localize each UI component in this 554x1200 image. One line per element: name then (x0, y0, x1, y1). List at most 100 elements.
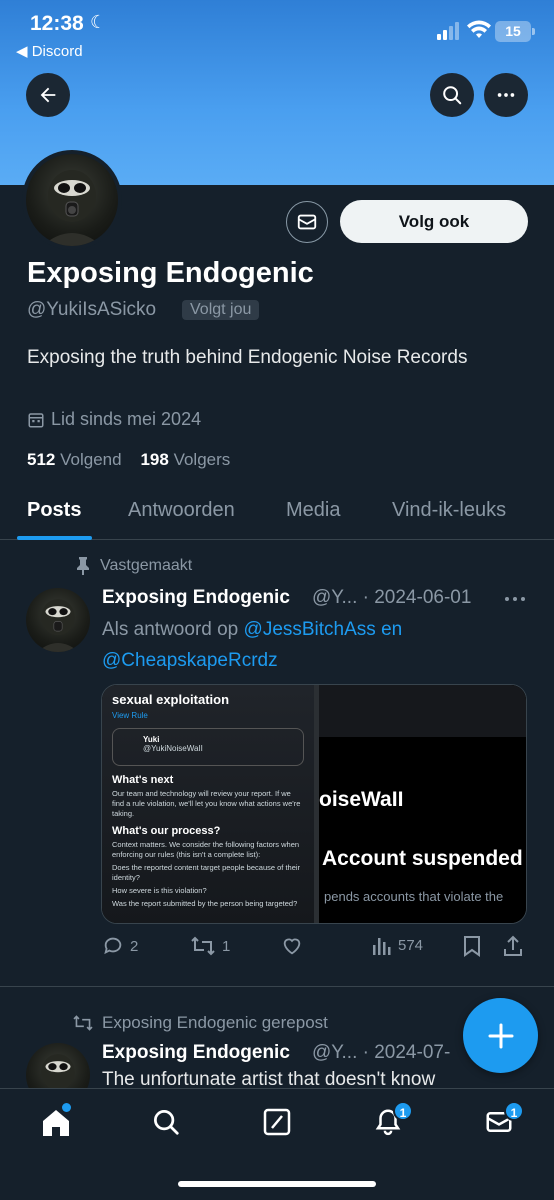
envelope-icon (297, 214, 317, 230)
messages-badge: 1 (504, 1101, 524, 1121)
share-icon (504, 935, 522, 956)
reposted-text: Exposing Endogenic gerepost (102, 1013, 328, 1032)
back-to-app-link[interactable]: ◀ Discord (16, 42, 83, 60)
nav-home[interactable] (40, 1103, 72, 1139)
joined-date: Lid sinds mei 2024 (27, 409, 201, 430)
tab-replies[interactable]: Antwoorden (128, 499, 235, 522)
followers-label: Volgers (173, 450, 231, 469)
post-author-name[interactable]: Exposing Endogenic (102, 1042, 290, 1064)
follow-button[interactable]: Volg ook (340, 200, 528, 243)
followers-count: 198 (140, 450, 169, 469)
reply-to-text: Als antwoord op @JessBitchAss en @Cheaps… (102, 614, 522, 676)
back-button[interactable] (26, 73, 70, 117)
more-options-button[interactable] (484, 73, 528, 117)
nav-messages[interactable]: 1 (484, 1101, 524, 1139)
process-heading: What's our process? (112, 825, 221, 837)
wifi-icon (467, 20, 491, 38)
process-text: Context matters. We consider the followi… (112, 840, 300, 859)
suspended-header (319, 685, 526, 737)
more-horizontal-icon (497, 93, 515, 97)
home-unread-dot (62, 1103, 71, 1112)
view-count: 574 (398, 936, 424, 954)
process-q2: How severe is this violation? (112, 886, 207, 895)
grok-slash-icon (263, 1108, 291, 1136)
nav-search[interactable] (151, 1107, 183, 1139)
reply-prefix: Als antwoord op (102, 619, 244, 640)
process-q1: Does the reported content target people … (112, 863, 301, 882)
signal-icon (437, 22, 459, 40)
card-name: Yuki (143, 735, 160, 744)
followers-link[interactable]: 198 Volgers (140, 450, 230, 469)
post-handle-date: @Y... · 2024-07- (312, 1042, 451, 1063)
account-suspended-text: Account suspended (322, 847, 523, 870)
post-author-name[interactable]: Exposing Endogenic (102, 587, 290, 609)
repost-icon (191, 936, 215, 956)
pinned-label: Vastgemaakt (76, 557, 192, 575)
reposted-label: Exposing Endogenic gerepost (72, 1013, 328, 1033)
media-image-suspended[interactable]: oiseWaII Account suspended pends account… (319, 685, 526, 923)
joined-text: Lid sinds mei 2024 (51, 409, 202, 429)
following-link[interactable]: 512 Volgend (27, 450, 122, 469)
bookmark-action[interactable] (463, 935, 481, 957)
tab-media[interactable]: Media (286, 499, 340, 522)
heart-icon (283, 938, 301, 955)
process-q3: Was the report submitted by the person b… (112, 899, 298, 908)
nav-grok[interactable] (262, 1107, 294, 1139)
profile-name: Exposing Endogenic (27, 257, 314, 289)
gas-mask-avatar-image (42, 170, 102, 246)
like-action[interactable] (281, 935, 303, 957)
status-time: 12:38 (30, 12, 84, 35)
reply-action[interactable]: 2 (102, 935, 138, 957)
message-button[interactable] (286, 201, 328, 243)
suspended-name-fragment: oiseWaII (319, 788, 404, 811)
profile-handle: @YukiIsASicko (27, 299, 157, 320)
repost-action[interactable]: 1 (190, 935, 230, 957)
repost-count: 1 (222, 937, 231, 955)
bookmark-icon (464, 936, 480, 957)
whats-next-text: Our team and technology will review your… (112, 789, 301, 818)
tab-posts[interactable]: Posts (27, 499, 81, 522)
post-author-avatar[interactable] (26, 588, 90, 652)
reported-user-card: Yuki @YukiNoiseWaII (112, 728, 304, 766)
profile-bio: Exposing the truth behind Endogenic Nois… (27, 347, 468, 368)
nav-notifications[interactable]: 1 (373, 1101, 413, 1139)
post-divider (0, 986, 554, 987)
following-label: Volgend (60, 450, 122, 469)
home-indicator[interactable] (178, 1181, 376, 1187)
plus-icon (488, 1023, 513, 1048)
search-button[interactable] (430, 73, 474, 117)
pinned-text: Vastgemaakt (100, 557, 193, 574)
status-bar: 12:38 ☾ ◀ Discord 15 (0, 0, 554, 70)
search-icon (154, 1110, 179, 1135)
profile-avatar[interactable] (22, 150, 122, 250)
views-action[interactable]: 574 (372, 935, 423, 955)
repost-icon (73, 1015, 93, 1031)
share-action[interactable] (503, 935, 523, 957)
moon-icon: ☾ (90, 12, 107, 32)
arrow-left-icon (40, 87, 56, 103)
tab-likes[interactable]: Vind-ik-leuks (392, 499, 506, 522)
battery-indicator: 15 (495, 21, 535, 42)
reply-icon (104, 937, 122, 955)
calendar-icon (28, 412, 44, 427)
bar-chart-icon (373, 938, 391, 955)
notifications-badge: 1 (393, 1101, 413, 1121)
post-handle-date: @Y... · 2024-06-01 (312, 587, 472, 608)
following-count: 512 (27, 450, 56, 469)
media-image-report[interactable]: sexual exploitation View Rule Yuki @Yuki… (102, 685, 314, 923)
pin-icon (77, 557, 89, 575)
search-icon (443, 86, 462, 105)
profile-tabs: Posts Antwoorden Media Vind-ik-leuks (0, 480, 554, 540)
active-tab-indicator (17, 536, 92, 540)
card-handle: @YukiNoiseWaII (143, 744, 203, 753)
whats-next-heading: What's next (112, 774, 174, 786)
compose-button[interactable] (463, 998, 538, 1073)
post-media[interactable]: sexual exploitation View Rule Yuki @Yuki… (101, 684, 527, 924)
suspended-subtext: pends accounts that violate the (324, 889, 504, 904)
report-heading: sexual exploitation (112, 692, 230, 707)
post-more-icon[interactable] (504, 594, 526, 604)
gas-mask-avatar-image (37, 599, 79, 652)
reply-count: 2 (130, 937, 139, 955)
follows-you-badge: Volgt jou (182, 300, 260, 320)
view-rule-link: View Rule (112, 711, 148, 720)
